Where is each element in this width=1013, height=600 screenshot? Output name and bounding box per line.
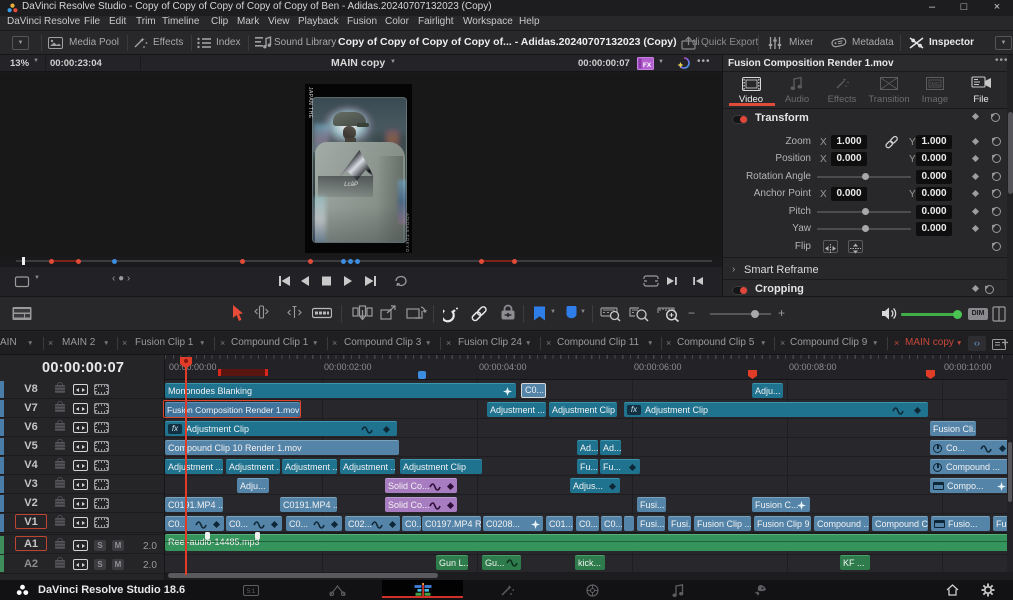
svg-text:5:1: 5:1 xyxy=(247,589,256,595)
svg-text:IMG: IMG xyxy=(930,82,940,88)
svg-text:FX: FX xyxy=(643,62,652,69)
